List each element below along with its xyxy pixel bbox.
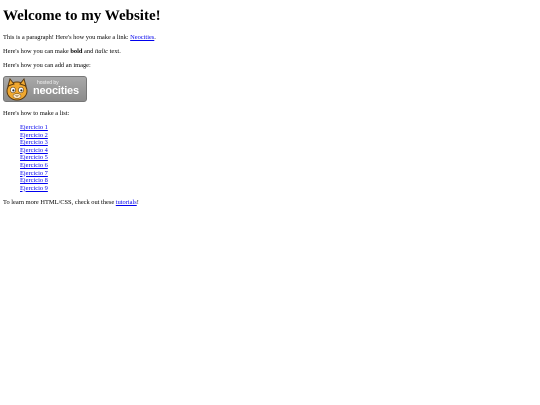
formatting-prefix: Here's how you can make bbox=[3, 48, 71, 55]
formatting-suffix: text. bbox=[108, 48, 121, 55]
list-item: Ejercicio 6 bbox=[20, 162, 48, 170]
list-item: Ejercicio 7 bbox=[20, 170, 48, 178]
exercise-link-5[interactable]: Ejercicio 5 bbox=[20, 154, 48, 161]
badge-brand-text: neocities bbox=[33, 85, 79, 97]
image-paragraph: Here's how you can add an image: bbox=[3, 62, 91, 69]
intro-text: This is a paragraph! Here's how you make… bbox=[3, 34, 131, 41]
exercise-link-9[interactable]: Ejercicio 9 bbox=[20, 185, 48, 192]
page-title: Welcome to my Website! bbox=[3, 8, 161, 24]
list-item: Ejercicio 4 bbox=[20, 147, 48, 155]
exercise-list: Ejercicio 1 Ejercicio 2 Ejercicio 3 Ejer… bbox=[20, 124, 48, 192]
page-content: Welcome to my Website! This is a paragra… bbox=[3, 0, 533, 206]
tutorials-prefix: To learn more HTML/CSS, check out these bbox=[3, 199, 116, 206]
neocities-cat-icon bbox=[6, 78, 28, 101]
list-item: Ejercicio 9 bbox=[20, 185, 48, 193]
hosted-by-neocities-badge: hosted by neocities bbox=[3, 76, 87, 102]
tutorials-link[interactable]: tutorials bbox=[116, 199, 137, 206]
exercise-link-8[interactable]: Ejercicio 8 bbox=[20, 177, 48, 184]
list-item: Ejercicio 5 bbox=[20, 154, 48, 162]
bold-text: bold bbox=[70, 48, 83, 55]
list-item: Ejercicio 3 bbox=[20, 139, 48, 147]
neocities-link[interactable]: Neocities bbox=[130, 34, 154, 41]
formatting-middle: and bbox=[82, 48, 95, 55]
list-item: Ejercicio 2 bbox=[20, 132, 48, 140]
list-item: Ejercicio 8 bbox=[20, 177, 48, 185]
exercise-link-2[interactable]: Ejercicio 2 bbox=[20, 132, 48, 139]
italic-text: italic bbox=[94, 48, 109, 55]
exercise-link-7[interactable]: Ejercicio 7 bbox=[20, 170, 48, 177]
tutorials-paragraph: To learn more HTML/CSS, check out these … bbox=[3, 199, 139, 206]
formatting-paragraph: Here's how you can make bold and italic … bbox=[3, 48, 121, 55]
exercise-link-3[interactable]: Ejercicio 3 bbox=[20, 139, 48, 146]
list-item: Ejercicio 1 bbox=[20, 124, 48, 132]
intro-paragraph: This is a paragraph! Here's how you make… bbox=[3, 34, 156, 41]
exercise-link-4[interactable]: Ejercicio 4 bbox=[20, 147, 48, 154]
list-paragraph: Here's how to make a list: bbox=[3, 110, 70, 117]
exercise-link-1[interactable]: Ejercicio 1 bbox=[20, 124, 48, 131]
tutorials-suffix: ! bbox=[136, 199, 139, 206]
exercise-link-6[interactable]: Ejercicio 6 bbox=[20, 162, 48, 169]
intro-suffix: . bbox=[154, 34, 156, 41]
